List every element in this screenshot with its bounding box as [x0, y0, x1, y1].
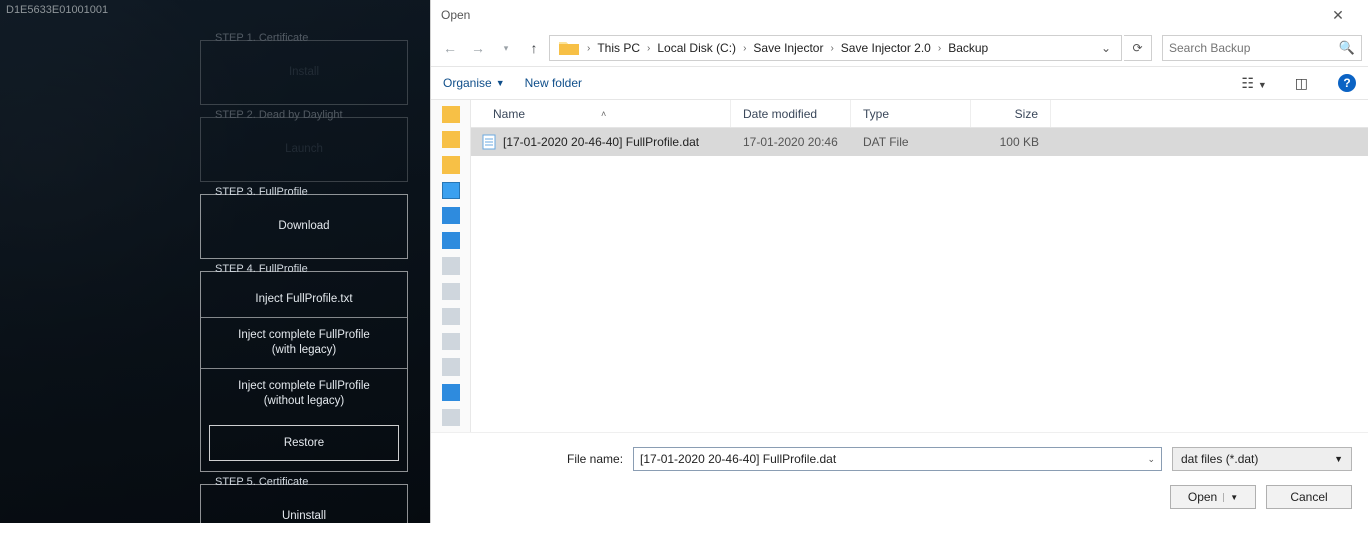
- breadcrumb[interactable]: Local Disk (C:): [653, 41, 740, 55]
- breadcrumb[interactable]: Backup: [944, 41, 992, 55]
- breadcrumb[interactable]: This PC: [593, 41, 644, 55]
- nav-up-icon[interactable]: ↑: [521, 35, 547, 61]
- step-2-dbd: STEP 2. Dead by Daylight Launch: [200, 117, 408, 182]
- search-field[interactable]: [1169, 41, 1339, 55]
- chevron-down-icon[interactable]: ⌄: [1147, 454, 1155, 465]
- file-icon: [481, 134, 497, 150]
- launch-button[interactable]: Launch: [201, 132, 407, 167]
- file-type-filter[interactable]: dat files (*.dat)▼: [1172, 447, 1352, 471]
- step-4-fullprofile: STEP 4. FullProfile Inject FullProfile.t…: [200, 271, 408, 473]
- sort-asc-icon: ˄: [601, 109, 606, 119]
- new-folder-button[interactable]: New folder: [525, 76, 582, 90]
- file-type: DAT File: [851, 135, 971, 149]
- dialog-toolbar: Organise▼ New folder ☷ ▼ ◫ ?: [431, 66, 1368, 100]
- step-5-certificate: STEP 5. Certificate Uninstall: [200, 484, 408, 549]
- file-date: 17-01-2020 20:46: [731, 135, 851, 149]
- chevron-right-icon: ›: [829, 43, 834, 54]
- step-label: STEP 1. Certificate: [211, 32, 312, 44]
- search-input[interactable]: 🔍: [1162, 35, 1362, 61]
- file-name-input[interactable]: [17-01-2020 20-46-40] FullProfile.dat ⌄: [633, 447, 1162, 471]
- injector-window: D1E5633E01001001 STEP 1. Certificate Ins…: [0, 0, 430, 523]
- chevron-down-icon[interactable]: ⌄: [1095, 41, 1117, 55]
- inject-with-legacy-button[interactable]: Inject complete FullProfile (with legacy…: [201, 318, 407, 368]
- nav-back-icon[interactable]: ←: [437, 35, 463, 61]
- dialog-button-row: Open▼ Cancel: [431, 485, 1368, 523]
- cancel-button[interactable]: Cancel: [1266, 485, 1352, 509]
- open-button[interactable]: Open▼: [1170, 485, 1256, 509]
- step-3-fullprofile: STEP 3. FullProfile Download: [200, 194, 408, 259]
- chevron-down-icon: ▼: [496, 78, 505, 88]
- file-name: [17-01-2020 20-46-40] FullProfile.dat: [503, 135, 699, 149]
- file-size: 100 KB: [971, 135, 1051, 149]
- dialog-titlebar: Open ✕: [431, 0, 1368, 30]
- search-icon: 🔍: [1339, 40, 1355, 56]
- drive-icon[interactable]: [442, 308, 460, 325]
- folder-icon: [558, 39, 580, 57]
- inject-txt-button[interactable]: Inject FullProfile.txt: [201, 282, 407, 317]
- drive-icon[interactable]: [442, 283, 460, 300]
- chevron-down-icon: ▼: [1334, 454, 1343, 464]
- step-label: STEP 2. Dead by Daylight: [211, 109, 347, 121]
- dialog-footer: File name: [17-01-2020 20-46-40] FullPro…: [431, 432, 1368, 485]
- dialog-navbar: ← → ▾ ↑ › This PC › Local Disk (C:) › Sa…: [431, 30, 1368, 66]
- nav-history-icon[interactable]: ▾: [493, 35, 519, 61]
- step-label: STEP 5. Certificate: [211, 476, 312, 488]
- step-label: STEP 3. FullProfile: [211, 186, 312, 198]
- folder-icon[interactable]: [442, 156, 460, 173]
- folder-icon[interactable]: [442, 131, 460, 148]
- help-icon[interactable]: ?: [1338, 74, 1356, 92]
- download-button[interactable]: Download: [201, 209, 407, 244]
- chevron-right-icon: ›: [937, 43, 942, 54]
- drive-icon[interactable]: [442, 333, 460, 350]
- column-type[interactable]: Type: [851, 100, 971, 127]
- organise-button[interactable]: Organise▼: [443, 76, 505, 90]
- column-date[interactable]: Date modified: [731, 100, 851, 127]
- breadcrumb[interactable]: Save Injector 2.0: [837, 41, 935, 55]
- column-headers: Name ˄ Date modified Type Size: [471, 100, 1368, 128]
- drive-icon[interactable]: [442, 232, 460, 249]
- dialog-content: Name ˄ Date modified Type Size [17-01-20…: [431, 100, 1368, 432]
- uninstall-button[interactable]: Uninstall: [201, 499, 407, 534]
- drive-icon[interactable]: [442, 257, 460, 274]
- step-label: STEP 4. FullProfile: [211, 263, 312, 275]
- column-name[interactable]: Name ˄: [471, 100, 731, 127]
- address-bar[interactable]: › This PC › Local Disk (C:) › Save Injec…: [549, 35, 1122, 61]
- file-list: Name ˄ Date modified Type Size [17-01-20…: [471, 100, 1368, 432]
- preview-pane-icon[interactable]: ◫: [1291, 75, 1312, 92]
- folder-icon[interactable]: [442, 106, 460, 123]
- view-options-icon[interactable]: ☷ ▼: [1237, 75, 1270, 92]
- injector-steps: STEP 1. Certificate Install STEP 2. Dead…: [200, 40, 408, 549]
- install-button[interactable]: Install: [201, 55, 407, 90]
- dialog-title: Open: [441, 8, 1318, 22]
- chevron-right-icon: ›: [586, 43, 591, 54]
- inject-without-legacy-button[interactable]: Inject complete FullProfile (without leg…: [201, 369, 407, 419]
- chevron-down-icon[interactable]: ▼: [1223, 493, 1238, 502]
- file-name-label: File name:: [567, 452, 623, 466]
- drive-icon[interactable]: [442, 384, 460, 401]
- step-1-certificate: STEP 1. Certificate Install: [200, 40, 408, 105]
- restore-button[interactable]: Restore: [209, 425, 399, 462]
- chevron-right-icon: ›: [646, 43, 651, 54]
- nav-forward-icon: →: [465, 35, 491, 61]
- breadcrumb[interactable]: Save Injector: [749, 41, 827, 55]
- drive-icon[interactable]: [442, 358, 460, 375]
- column-size[interactable]: Size: [971, 100, 1051, 127]
- refresh-icon[interactable]: ⟳: [1124, 35, 1152, 61]
- drive-icon[interactable]: [442, 207, 460, 224]
- chevron-right-icon: ›: [742, 43, 747, 54]
- this-pc-icon[interactable]: [442, 182, 460, 199]
- nav-pane[interactable]: [431, 100, 471, 432]
- network-icon[interactable]: [442, 409, 460, 426]
- open-file-dialog: Open ✕ ← → ▾ ↑ › This PC › Local Disk (C…: [430, 0, 1368, 523]
- injector-title: D1E5633E01001001: [6, 4, 108, 16]
- file-row[interactable]: [17-01-2020 20-46-40] FullProfile.dat 17…: [471, 128, 1368, 156]
- close-icon[interactable]: ✕: [1318, 7, 1358, 24]
